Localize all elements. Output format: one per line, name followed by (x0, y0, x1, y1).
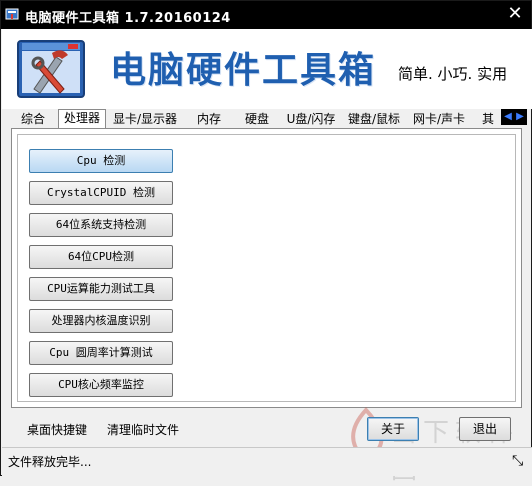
tab-graphics-display[interactable]: 显卡/显示器 (109, 111, 181, 129)
status-bar: 文件释放完毕... ⤡ (2, 447, 532, 476)
tab-label: U盘/闪存 (286, 112, 336, 126)
window-tools-icon (17, 40, 85, 98)
title-bar[interactable]: 电脑硬件工具箱 1.7.20160124 ✕ (1, 1, 531, 29)
tab-label: 显卡/显示器 (112, 112, 178, 126)
banner-slogan: 简单. 小巧. 实用 (398, 65, 508, 83)
cpu-frequency-monitor-button[interactable]: CPU核心频率监控 (29, 373, 173, 397)
tab-label: 综合 (20, 112, 45, 126)
core-temp-button[interactable]: 处理器内核温度识别 (29, 309, 173, 333)
banner-title: 电脑硬件工具箱 (110, 49, 377, 91)
tab-network-sound[interactable]: 网卡/声卡 (408, 111, 470, 129)
crystalcpuid-button[interactable]: CrystalCPUID 检测 (29, 181, 173, 205)
banner: 电脑硬件工具箱 简单. 小巧. 实用 (2, 29, 532, 109)
x64-system-support-button[interactable]: 64位系统支持检测 (29, 213, 173, 237)
x64-cpu-detect-button[interactable]: 64位CPU检测 (29, 245, 173, 269)
tab-processor[interactable]: 处理器 (58, 109, 106, 129)
close-button[interactable]: ✕ (505, 5, 525, 25)
toolbox-icon (5, 8, 19, 20)
tab-label: 处理器 (63, 111, 100, 125)
tab-label: 硬盘 (244, 112, 269, 126)
tab-scroll-nav: ◀ ▶ (501, 109, 527, 125)
tab-label: 其 (481, 112, 494, 126)
tab-usb-flash[interactable]: U盘/闪存 (282, 111, 340, 129)
status-text: 文件释放完毕... (8, 455, 92, 469)
tab-prev-arrow-icon[interactable]: ◀ (502, 110, 514, 124)
pi-calc-test-button[interactable]: Cpu 圆周率计算测试 (29, 341, 173, 365)
clean-temp-files-link[interactable]: 清理临时文件 (107, 421, 179, 438)
cpu-benchmark-button[interactable]: CPU运算能力测试工具 (29, 277, 173, 301)
tab-memory[interactable]: 内存 (187, 111, 231, 129)
about-button[interactable]: 关于 (367, 417, 419, 441)
tab-label: 网卡/声卡 (412, 112, 466, 126)
desktop-shortcut-link[interactable]: 桌面快捷键 (27, 421, 87, 438)
tab-keyboard-mouse[interactable]: 键盘/鼠标 (343, 111, 405, 129)
tab-other[interactable]: 其 (477, 111, 499, 129)
tab-harddisk[interactable]: 硬盘 (235, 111, 279, 129)
exit-button[interactable]: 退出 (459, 417, 511, 441)
resize-grip-icon[interactable]: ⤡ (512, 454, 526, 468)
window-title: 电脑硬件工具箱 1.7.20160124 (25, 11, 231, 26)
tab-label: 键盘/鼠标 (347, 112, 401, 126)
cpu-detect-button[interactable]: Cpu 检测 (29, 149, 173, 173)
app-window: 电脑硬件工具箱 1.7.20160124 ✕ 电脑硬件工具箱 简单. 小巧. 实… (0, 0, 532, 485)
tab-next-arrow-icon[interactable]: ▶ (514, 110, 526, 124)
tab-bar: 综合 处理器 显卡/显示器 内存 硬盘 U盘/闪存 键盘/鼠标 网卡/声卡 其 (11, 109, 527, 129)
tab-label: 内存 (196, 112, 221, 126)
tab-overview[interactable]: 综合 (11, 111, 55, 129)
